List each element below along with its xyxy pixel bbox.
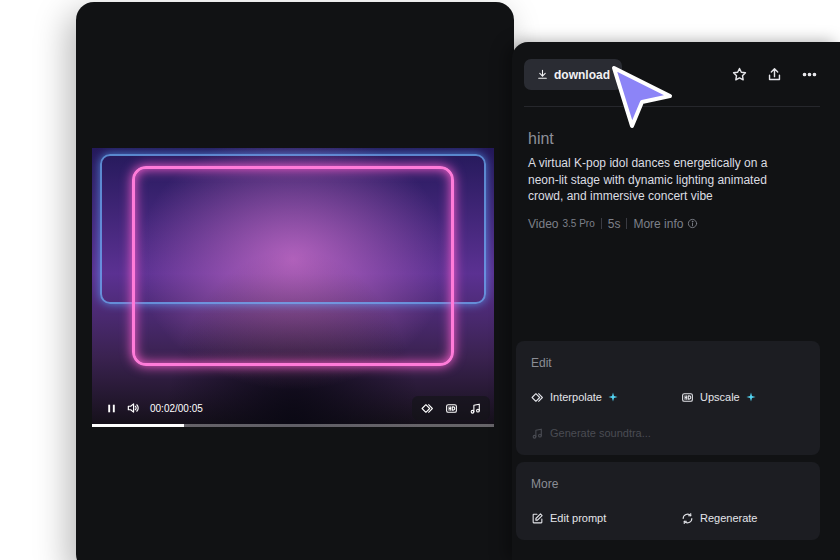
volume-icon [126,401,140,415]
stage-light [100,154,486,304]
more-info-label: More info [633,215,683,233]
sparkle-icon [608,392,618,402]
info-icon [687,218,698,229]
meta-divider [601,218,602,229]
meta-divider [626,218,627,229]
more-button[interactable] [798,63,820,85]
meta-row: Video 3.5 Pro 5s More info [528,215,820,233]
music-icon [469,402,482,415]
prompt-title: hint [528,129,820,149]
more-icon [801,66,818,83]
duration-label: 5s [608,215,621,233]
hd-icon [445,402,458,415]
interpolate-icon [421,402,434,415]
header-actions [728,63,820,85]
details-panel: download hint A virtual K-pop idol dances … [512,42,840,560]
stage-frame [132,166,454,366]
player-tools [412,396,490,420]
prompt-text: A virtual K-pop idol dances energeticall… [528,155,790,205]
more-action[interactable]: Edit prompt [531,500,681,536]
more-action[interactable]: Regenerate [681,500,805,536]
more-card: More Edit prompt Regenerate [516,462,820,540]
edit-actions: Interpolate Upscale Generate soundtra... [531,379,805,451]
model-version: 3.5 Pro [562,216,594,231]
regenerate-icon [681,512,694,525]
star-icon [731,66,748,83]
hd-icon [681,391,694,404]
play-pause-button[interactable] [100,398,122,418]
player-controls: 00:02/00:05 [100,396,490,420]
download-button[interactable]: download [524,59,622,90]
edit-action[interactable]: Interpolate [531,379,681,415]
cursor-icon [604,60,676,132]
model-label: Video [528,215,558,233]
music-tool-button[interactable] [464,398,486,418]
more-actions: Edit prompt Regenerate [531,500,805,536]
edit-prompt-icon [531,512,544,525]
favorite-button[interactable] [728,63,750,85]
progress-track[interactable] [92,424,494,427]
interpolate-tool-button[interactable] [416,398,438,418]
pause-icon [105,402,118,415]
more-action-label: Edit prompt [550,510,606,527]
edit-title: Edit [531,355,805,371]
share-button[interactable] [763,63,785,85]
music-icon [531,427,544,440]
share-icon [766,66,783,83]
edit-action: Generate soundtra... [531,415,681,451]
time-display: 00:02/00:05 [150,401,203,416]
more-title: More [531,476,805,492]
more-info-link[interactable]: More info [633,215,698,233]
edit-action-label: Generate soundtra... [550,425,651,442]
download-label: download [554,66,610,84]
more-action-label: Regenerate [700,510,758,527]
edit-action-label: Upscale [700,389,740,406]
edit-card: Edit Interpolate Upscale Generate soundtra.… [516,341,820,455]
volume-button[interactable] [122,398,144,418]
spacer [512,233,840,342]
header-bar: download [524,42,820,107]
video-preview[interactable]: 00:02/00:05 [92,148,494,427]
download-icon [536,68,549,81]
edit-action[interactable]: Upscale [681,379,805,415]
edit-action-label: Interpolate [550,389,602,406]
sparkle-icon [746,392,756,402]
progress-fill [92,424,184,427]
player-panel: 00:02/00:05 [76,2,514,560]
interpolate-icon [531,391,544,404]
hd-tool-button[interactable] [440,398,462,418]
